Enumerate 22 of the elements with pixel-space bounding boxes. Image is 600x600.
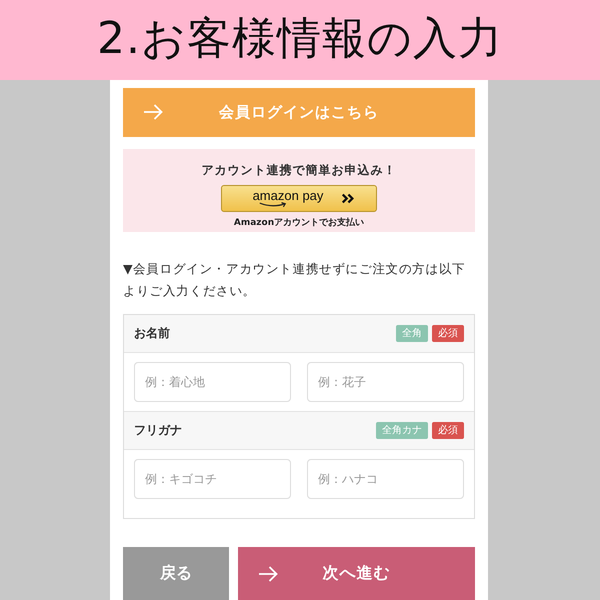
format-badge: 全角カナ <box>376 422 428 439</box>
back-button[interactable]: 戻る <box>123 547 229 600</box>
arrow-right-icon <box>143 104 163 120</box>
member-login-button[interactable]: 会員ログインはこちら <box>123 88 475 137</box>
text-input-field[interactable]: 例：キゴコチ <box>134 459 291 499</box>
field-label: お名前 <box>134 325 170 342</box>
smile-arrow-icon <box>258 202 289 208</box>
amazon-pay-button[interactable]: amazon pay <box>221 184 377 212</box>
arrow-right-icon <box>258 566 278 582</box>
notice-text: ▼会員ログイン・アカウント連携せずにご注文の方は以下よりご入力ください。 <box>123 260 466 300</box>
pay-caption: Amazonアカウントでお支払い <box>234 216 364 229</box>
text-input-field[interactable]: 例：花子 <box>307 362 464 402</box>
double-chevron-icon <box>341 192 356 204</box>
required-badge: 必須 <box>432 422 464 439</box>
next-button[interactable]: 次へ進む <box>238 547 475 600</box>
text-input-field[interactable]: 例：着心地 <box>134 362 291 402</box>
required-badge: 必須 <box>432 325 464 342</box>
field-label: フリガナ <box>134 422 182 439</box>
format-badge: 全角 <box>396 325 428 342</box>
account-link-heading: アカウント連携で簡単お申込み！ <box>202 162 396 179</box>
text-input-field[interactable]: 例：ハナコ <box>307 459 464 499</box>
page-title: 2.お客様情報の入力 <box>97 12 503 66</box>
